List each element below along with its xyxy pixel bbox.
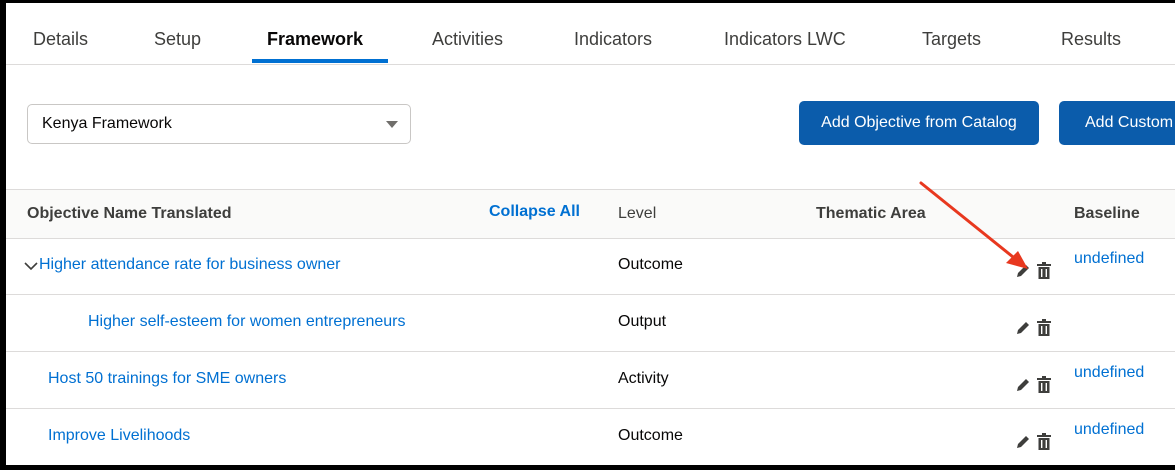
objective-level: Activity (618, 370, 669, 387)
tab-activities[interactable]: Activities (432, 29, 503, 50)
table-row: Improve Livelihoods Outcome undefined (6, 409, 1175, 465)
objective-name-link[interactable]: Higher self-esteem for women entrepreneu… (88, 313, 405, 331)
baseline-value[interactable]: undefined (1074, 364, 1144, 382)
caret-down-icon (386, 121, 398, 128)
pencil-icon[interactable] (1015, 377, 1031, 393)
objective-level: Outcome (618, 256, 683, 273)
pencil-icon[interactable] (1015, 320, 1031, 336)
collapse-all-link[interactable]: Collapse All (489, 203, 580, 221)
tab-results[interactable]: Results (1061, 29, 1121, 50)
chevron-down-icon[interactable] (24, 260, 38, 272)
header-level[interactable]: Level (618, 205, 656, 223)
tab-targets[interactable]: Targets (922, 29, 981, 50)
add-objective-from-catalog-button[interactable]: Add Objective from Catalog (799, 101, 1039, 145)
objective-name-link[interactable]: Improve Livelihoods (48, 427, 190, 445)
active-tab-indicator (252, 59, 388, 63)
objective-level: Output (618, 313, 667, 330)
tab-framework[interactable]: Framework (267, 29, 363, 50)
tab-details[interactable]: Details (33, 29, 88, 50)
table-row: Higher self-esteem for women entrepreneu… (6, 295, 1175, 352)
add-custom-objective-button[interactable]: Add Custom (1059, 101, 1175, 145)
tab-indicators[interactable]: Indicators (574, 29, 652, 50)
framework-select-value: Kenya Framework (42, 115, 172, 132)
objective-level: Outcome (618, 427, 683, 444)
header-baseline[interactable]: Baseline (1074, 205, 1140, 223)
table-row: Host 50 trainings for SME owners Activit… (6, 352, 1175, 409)
tab-indicators-lwc[interactable]: Indicators LWC (724, 29, 846, 50)
trash-icon[interactable] (1037, 376, 1051, 393)
tab-setup[interactable]: Setup (154, 29, 201, 50)
table-header: Objective Name Translated Collapse All L… (6, 189, 1175, 239)
objective-name-link[interactable]: Higher attendance rate for business owne… (39, 256, 341, 274)
pencil-icon[interactable] (1015, 434, 1031, 450)
trash-icon[interactable] (1037, 433, 1051, 450)
trash-icon[interactable] (1037, 262, 1051, 279)
tab-bar: Details Setup Framework Activities Indic… (6, 3, 1175, 65)
baseline-value[interactable]: undefined (1074, 250, 1144, 268)
framework-select[interactable]: Kenya Framework (27, 104, 411, 144)
trash-icon[interactable] (1037, 319, 1051, 336)
header-objective-name[interactable]: Objective Name Translated (27, 205, 232, 223)
app-frame: Details Setup Framework Activities Indic… (6, 3, 1175, 465)
header-thematic-area[interactable]: Thematic Area (816, 205, 926, 223)
objective-name-link[interactable]: Host 50 trainings for SME owners (48, 370, 286, 388)
pencil-icon[interactable] (1015, 263, 1031, 279)
baseline-value[interactable]: undefined (1074, 421, 1144, 439)
table-row: Higher attendance rate for business owne… (6, 238, 1175, 295)
